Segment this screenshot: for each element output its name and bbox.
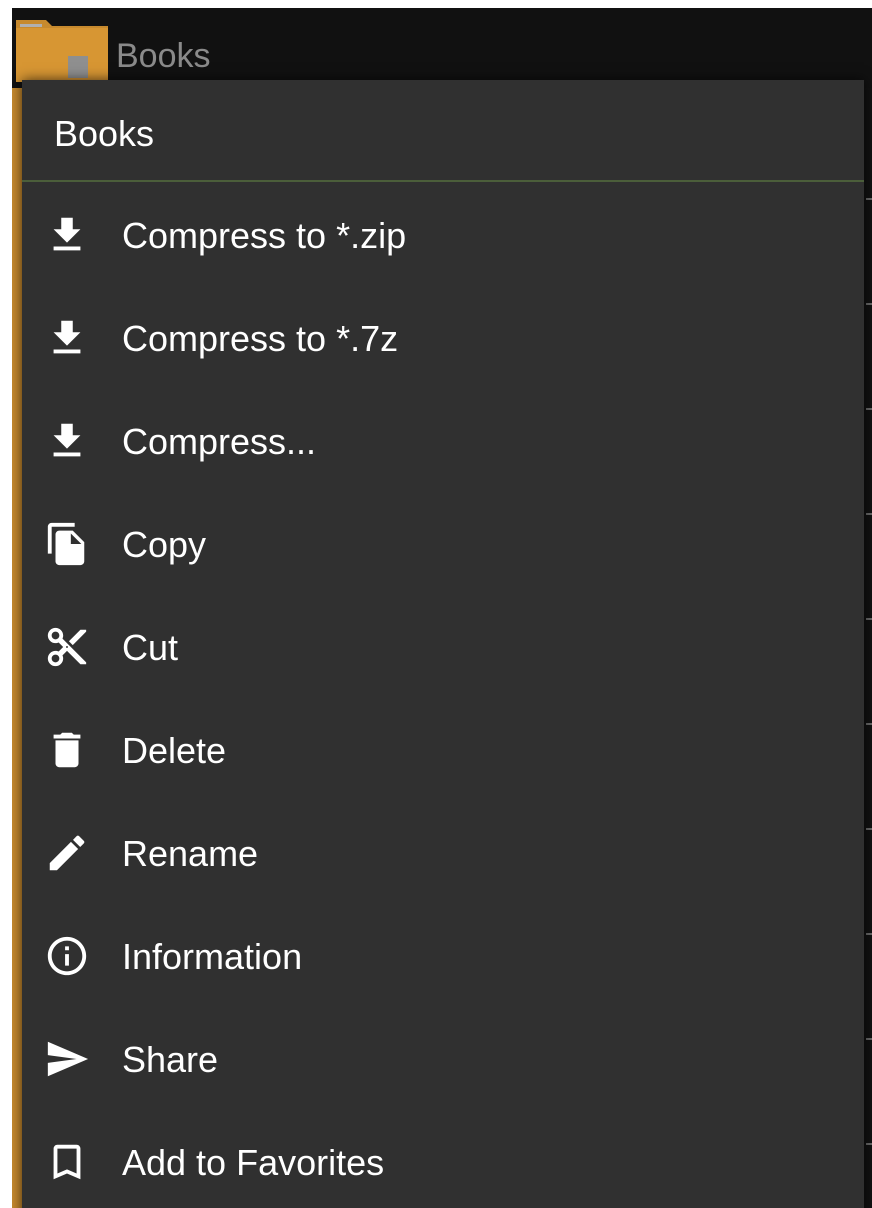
- menu-item-compress-zip[interactable]: Compress to *.zip: [22, 182, 864, 285]
- trash-icon: [44, 727, 90, 773]
- menu-item-add-to-favorites[interactable]: Add to Favorites: [22, 1109, 864, 1208]
- menu-item-label: Share: [122, 1039, 219, 1080]
- bookmark-icon: [44, 1139, 90, 1185]
- folder-name: Books: [116, 37, 211, 75]
- background-row-marker: [866, 723, 872, 725]
- menu-item-label: Cut: [122, 627, 179, 668]
- background-row-marker: [866, 933, 872, 935]
- context-menu: Books Compress to *.zip Compress to *.7z…: [22, 80, 864, 1208]
- send-icon: [44, 1036, 90, 1082]
- background-folder-row[interactable]: Books: [12, 8, 872, 88]
- copy-icon: [44, 521, 90, 567]
- background-row-marker: [866, 1038, 872, 1040]
- menu-title: Books: [54, 113, 155, 154]
- menu-item-share[interactable]: Share: [22, 1006, 864, 1109]
- menu-item-label: Delete: [122, 730, 227, 771]
- pencil-icon: [44, 830, 90, 876]
- background-row-marker: [866, 198, 872, 200]
- download-icon: [44, 212, 90, 258]
- menu-item-cut[interactable]: Cut: [22, 594, 864, 697]
- background-row-marker: [866, 828, 872, 830]
- menu-item-delete[interactable]: Delete: [22, 697, 864, 800]
- background-row-marker: [866, 618, 872, 620]
- menu-item-label: Compress to *.7z: [122, 318, 399, 359]
- background-row-marker: [866, 1143, 872, 1145]
- background-folder-strip: [12, 88, 22, 1208]
- menu-item-information[interactable]: Information: [22, 903, 864, 1006]
- menu-item-label: Information: [122, 936, 303, 977]
- download-icon: [44, 315, 90, 361]
- menu-item-label: Add to Favorites: [122, 1142, 385, 1183]
- menu-item-compress-7z[interactable]: Compress to *.7z: [22, 285, 864, 388]
- menu-item-label: Copy: [122, 524, 207, 565]
- info-icon: [44, 933, 90, 979]
- background-row-marker: [866, 513, 872, 515]
- menu-item-label: Compress...: [122, 421, 317, 462]
- scissors-icon: [44, 624, 90, 670]
- background-row-marker: [866, 303, 872, 305]
- download-icon: [44, 418, 90, 464]
- menu-item-copy[interactable]: Copy: [22, 491, 864, 594]
- folder-icon: [16, 14, 108, 82]
- background-row-marker: [866, 408, 872, 410]
- file-manager-screen: Books Books Compress to *.zip Compress t…: [12, 8, 872, 1208]
- menu-item-rename[interactable]: Rename: [22, 800, 864, 903]
- menu-item-label: Rename: [122, 833, 259, 874]
- menu-item-compress[interactable]: Compress...: [22, 388, 864, 491]
- menu-item-label: Compress to *.zip: [122, 215, 407, 256]
